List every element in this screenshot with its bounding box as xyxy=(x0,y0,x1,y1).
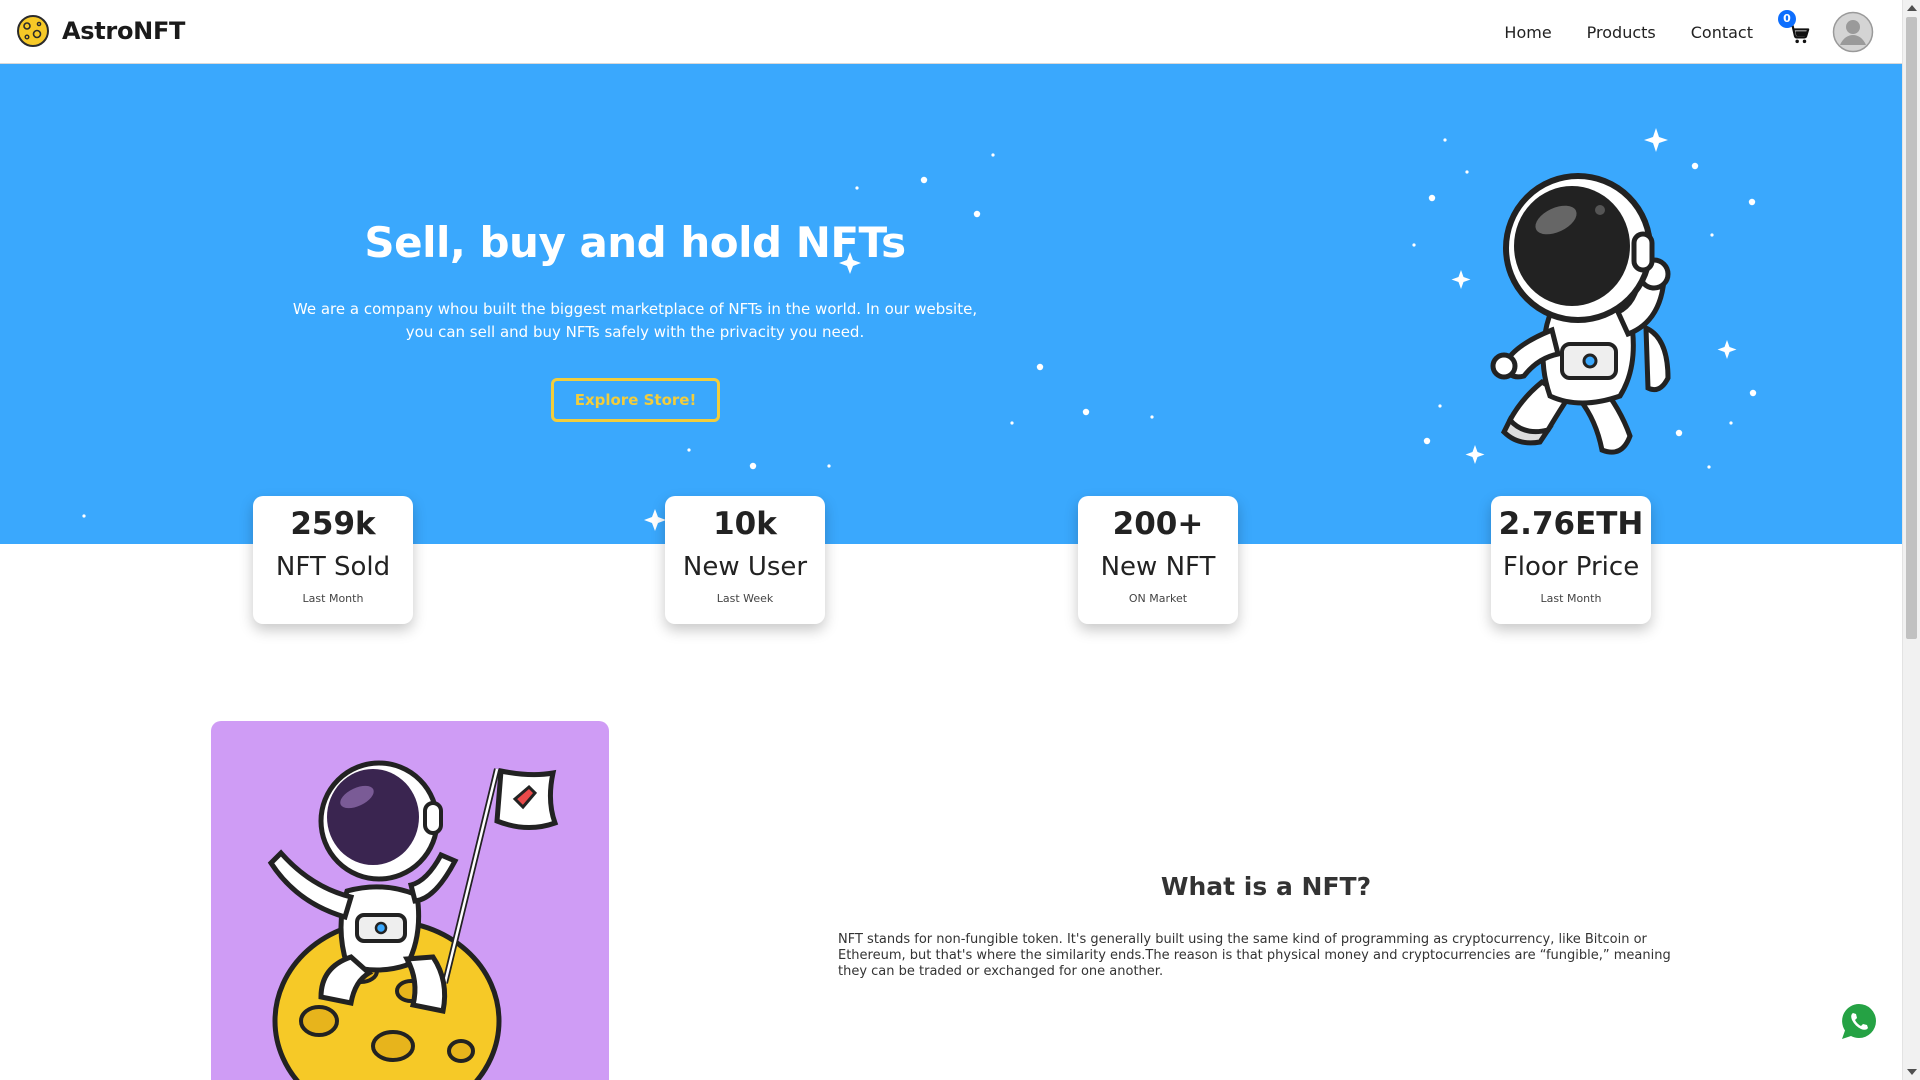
moon-logo-icon xyxy=(17,15,49,47)
stat-card-nft-sold: 259k NFT Sold Last Month xyxy=(253,496,413,624)
nav-link-products[interactable]: Products xyxy=(1587,23,1656,42)
stat-value: 259k xyxy=(290,506,376,542)
nft-section-title: What is a NFT? xyxy=(1160,872,1372,901)
nft-illustration-card xyxy=(211,721,609,1080)
hero-section: Sell, buy and hold NFTs We are a company… xyxy=(0,64,1902,544)
stat-period: Last Week xyxy=(716,592,774,605)
brand-name: AstroNFT xyxy=(62,17,186,45)
explore-store-button[interactable]: Explore Store! xyxy=(551,378,720,422)
stat-value: 10k xyxy=(713,506,777,542)
scroll-down-arrow-icon[interactable] xyxy=(1907,1069,1917,1075)
stat-label: NFT Sold xyxy=(275,552,391,582)
astronaut-illustration xyxy=(1490,173,1671,455)
nav-links: Home Products Contact 0 xyxy=(1504,0,1902,64)
stat-period: Last Month xyxy=(302,592,364,605)
user-avatar-icon[interactable] xyxy=(1832,11,1874,53)
stat-label: Floor Price xyxy=(1502,552,1640,582)
scroll-up-arrow-icon[interactable] xyxy=(1907,5,1917,11)
stat-period: ON Market xyxy=(1128,592,1188,605)
vertical-scrollbar[interactable] xyxy=(1902,0,1920,1080)
stat-card-floor-price: 2.76ETH Floor Price Last Month xyxy=(1491,496,1651,624)
stat-card-new-user: 10k New User Last Week xyxy=(665,496,825,624)
stat-value: 2.76ETH xyxy=(1498,506,1644,542)
nav-link-contact[interactable]: Contact xyxy=(1691,23,1753,42)
cart-button[interactable]: 0 xyxy=(1778,10,1810,45)
stat-label: New NFT xyxy=(1100,552,1216,582)
stat-label: New User xyxy=(682,552,808,582)
hero-description: We are a company whou built the biggest … xyxy=(292,300,978,341)
cart-count-badge: 0 xyxy=(1778,10,1796,28)
stat-period: Last Month xyxy=(1540,592,1602,605)
scrollbar-thumb[interactable] xyxy=(1906,17,1917,639)
astronaut-flag-illustration xyxy=(267,760,559,1080)
navbar: AstroNFT Home Products Contact 0 xyxy=(0,0,1902,64)
nav-link-home[interactable]: Home xyxy=(1504,23,1551,42)
nft-section-text: NFT stands for non-fungible token. It's … xyxy=(838,932,1671,979)
whatsapp-icon[interactable] xyxy=(1839,1001,1879,1041)
stat-value: 200+ xyxy=(1112,506,1204,542)
stat-card-new-nft: 200+ New NFT ON Market xyxy=(1078,496,1238,624)
brand-link[interactable]: AstroNFT xyxy=(16,14,185,48)
hero-title: Sell, buy and hold NFTs xyxy=(364,218,906,267)
